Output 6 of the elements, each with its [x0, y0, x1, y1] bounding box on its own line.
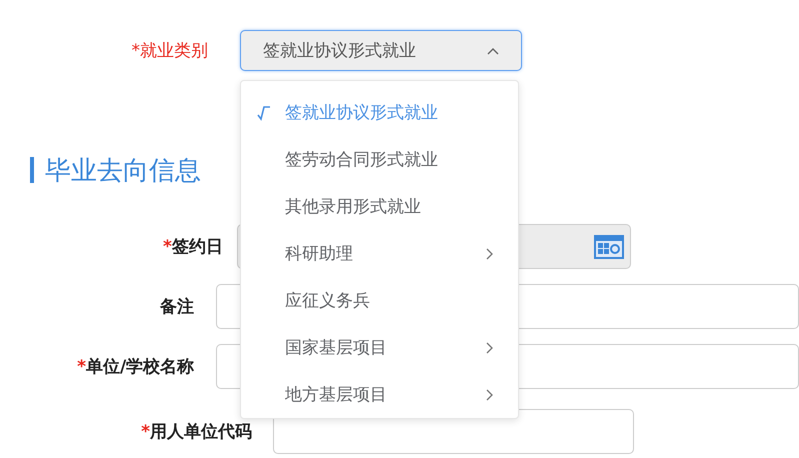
field-label: 备注 — [160, 297, 194, 317]
field-label: *单位/学校名称 — [77, 357, 194, 377]
field-label: *用人单位代码 — [141, 422, 252, 442]
section-title: 毕业去向信息 — [45, 154, 201, 188]
field-label: *签约日 — [163, 237, 223, 257]
field-label: *就业类别 — [130, 40, 208, 62]
